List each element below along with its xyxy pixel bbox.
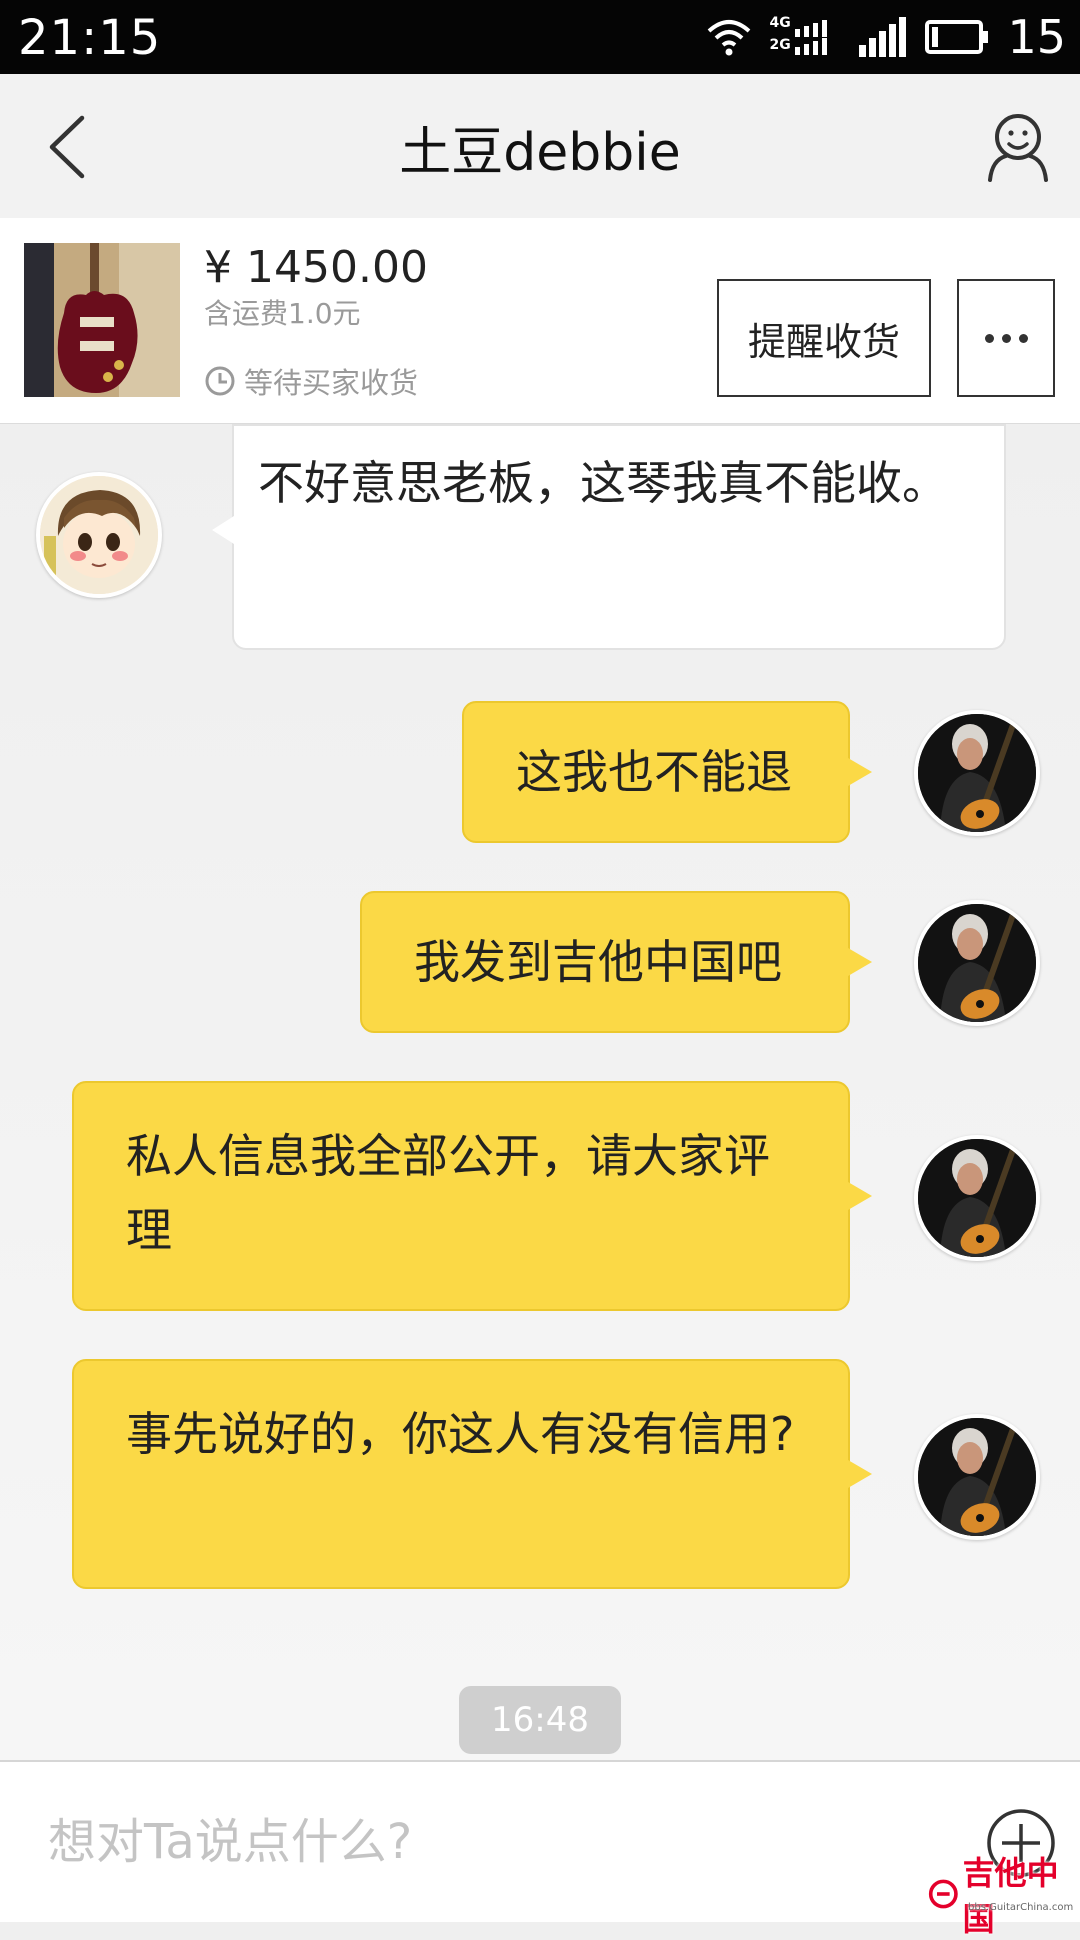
message-bubble-sent[interactable]: 我发到吉他中国吧	[360, 891, 872, 1033]
message-input[interactable]	[48, 1800, 908, 1884]
user-icon	[988, 114, 1048, 182]
cartoon-avatar-image	[40, 476, 158, 594]
message-text: 私人信息我全部公开，请大家评理	[126, 1129, 770, 1257]
more-icon	[984, 333, 994, 343]
avatar[interactable]	[36, 472, 162, 598]
signal-icon	[859, 17, 907, 57]
chat-header: 土豆debbie	[0, 74, 1080, 219]
avatar[interactable]	[914, 1414, 1040, 1540]
wifi-icon	[708, 20, 751, 56]
remind-receipt-button[interactable]: 提醒收货	[717, 279, 931, 397]
timestamp-badge: 16:48	[459, 1686, 621, 1754]
network-type-bottom: 2G	[769, 37, 791, 53]
message-text: 我发到吉他中国吧	[414, 935, 782, 989]
message-text: 这我也不能退	[516, 745, 792, 799]
message-text: 事先说好的，你这人有没有信用?	[126, 1407, 795, 1461]
avatar[interactable]	[914, 1135, 1040, 1261]
product-thumbnail[interactable]	[24, 243, 180, 397]
page-title: 土豆debbie	[399, 123, 681, 183]
battery-icon	[925, 20, 989, 54]
message-bubble-received[interactable]: 不好意思老板，这琴我真不能收。	[212, 424, 1006, 650]
watermark-text: 吉他中国	[962, 1854, 1059, 1938]
guitarist-avatar-image	[918, 1418, 1036, 1536]
guitar-image	[24, 243, 180, 397]
profile-button[interactable]	[986, 112, 1050, 182]
shipping-fee: 含运费1.0元	[204, 297, 361, 330]
avatar[interactable]	[914, 710, 1040, 836]
status-icons: 4G 2G 15	[707, 8, 1066, 66]
product-info-bar: ¥ 1450.00 含运费1.0元 等待买家收货 提醒收货	[0, 218, 1080, 426]
more-options-button[interactable]	[957, 279, 1055, 397]
order-status: 等待买家收货	[204, 360, 418, 402]
message-bubble-sent[interactable]: 私人信息我全部公开，请大家评理	[72, 1081, 872, 1311]
guitarist-avatar-image	[918, 904, 1036, 1022]
network-type-top: 4G	[769, 15, 791, 31]
guitarist-avatar-image	[918, 714, 1036, 832]
product-price: ¥ 1450.00	[204, 242, 428, 293]
watermark: 吉他中国 bbs.GuitarChina.com	[928, 1854, 1078, 1938]
status-bar: 21:15 4G 2G 15	[0, 0, 1080, 74]
message-bubble-sent[interactable]: 这我也不能退	[462, 701, 872, 843]
watermark-url: bbs.GuitarChina.com	[968, 1902, 1074, 1913]
guitarist-avatar-image	[918, 1139, 1036, 1257]
message-input-bar	[0, 1760, 1080, 1922]
clock-icon	[205, 366, 235, 396]
order-status-text: 等待买家收货	[244, 366, 419, 400]
network-type-icon: 4G 2G	[769, 15, 841, 59]
avatar[interactable]	[914, 900, 1040, 1026]
message-text: 不好意思老板，这琴我真不能收。	[258, 456, 948, 510]
chat-area[interactable]: 不好意思老板，这琴我真不能收。 这我也不能退 我发到吉他中国吧 私人信息我全部公…	[0, 424, 1080, 1760]
status-time: 21:15	[18, 10, 162, 66]
battery-level: 15	[1007, 10, 1066, 64]
message-bubble-sent[interactable]: 事先说好的，你这人有没有信用?	[72, 1359, 872, 1589]
guitar-logo-icon	[928, 1879, 958, 1909]
